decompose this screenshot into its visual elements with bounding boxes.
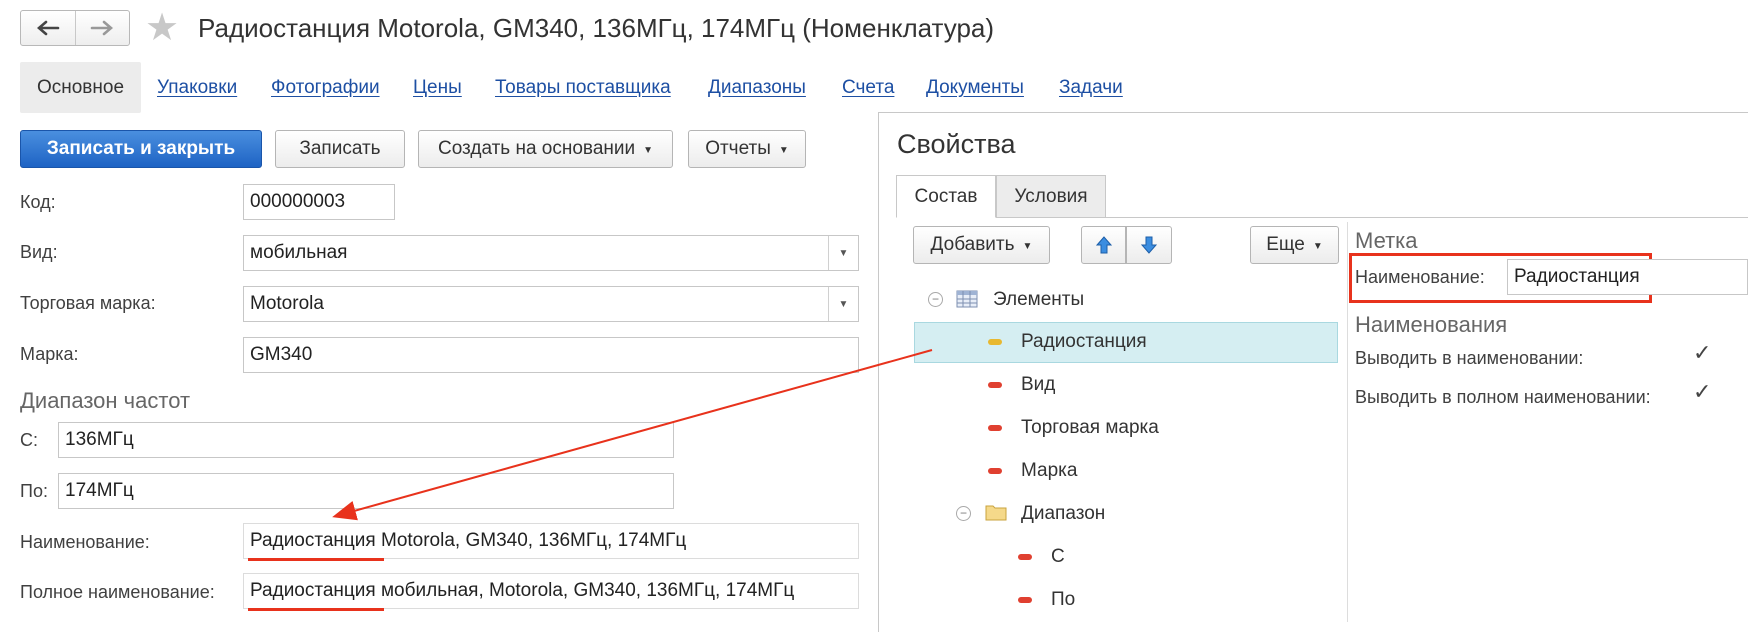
tab-composition[interactable]: Состав: [896, 175, 996, 218]
annotation-arrow: [332, 349, 933, 521]
